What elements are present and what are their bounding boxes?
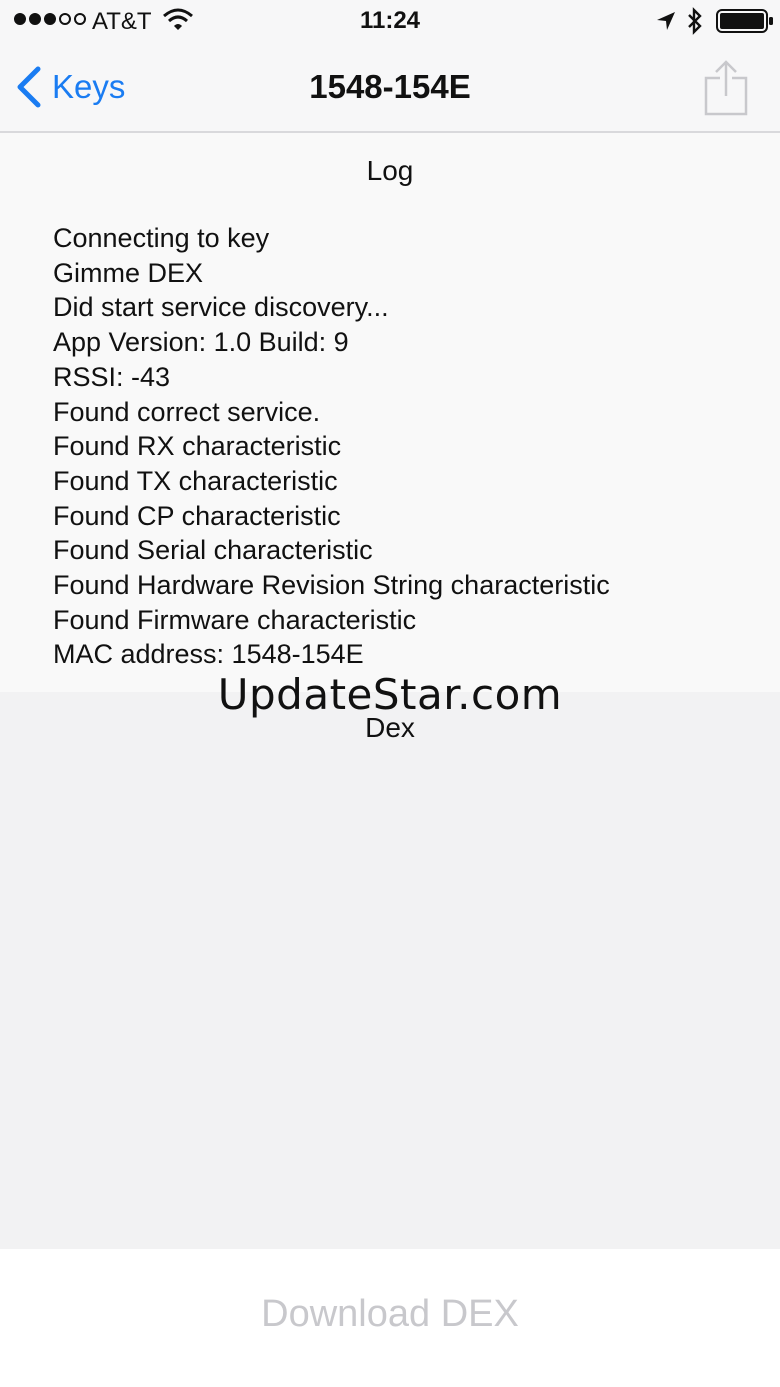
log-line: Found CP characteristic: [53, 500, 341, 531]
log-line: Found correct service.: [53, 396, 321, 427]
dex-section: Dex: [0, 692, 780, 1249]
log-line: Did start service discovery...: [53, 292, 389, 323]
log-line: Found Serial characteristic: [53, 535, 373, 566]
share-icon[interactable]: [700, 58, 752, 116]
log-list: Connecting to key Gimme DEX Did start se…: [53, 221, 610, 672]
log-title: Log: [366, 155, 414, 186]
location-icon: [657, 12, 675, 30]
log-line: App Version: 1.0 Build: 9: [53, 327, 349, 358]
log-line: Found RX characteristic: [53, 431, 342, 462]
log-line: MAC address: 1548-154E: [53, 639, 364, 670]
log-line: RSSI: -43: [53, 361, 171, 392]
page-title: 1548-154E: [309, 68, 471, 105]
log-line: Found Firmware characteristic: [53, 604, 417, 635]
log-line: Found TX characteristic: [53, 465, 338, 496]
status-bar: AT&T 11:24: [0, 0, 780, 44]
log-section: Log Connecting to key Gimme DEX Did star…: [0, 133, 780, 692]
app-screen: AT&T 11:24 Keys 1548-154E Log Connecting…: [0, 0, 780, 1387]
bottom-action-bar: Download DEX: [0, 1249, 780, 1387]
battery-icon: [716, 9, 773, 33]
download-dex-button[interactable]: Download DEX: [0, 1293, 780, 1336]
navigation-bar: Keys 1548-154E: [0, 44, 780, 132]
top-chrome: AT&T 11:24 Keys 1548-154E: [0, 0, 780, 133]
log-line: Found Hardware Revision String character…: [53, 570, 610, 601]
watermark-text: UpdateStar.com: [217, 670, 563, 719]
log-line: Gimme DEX: [53, 257, 204, 288]
bluetooth-icon: [688, 7, 702, 35]
log-line: Connecting to key: [53, 223, 270, 253]
